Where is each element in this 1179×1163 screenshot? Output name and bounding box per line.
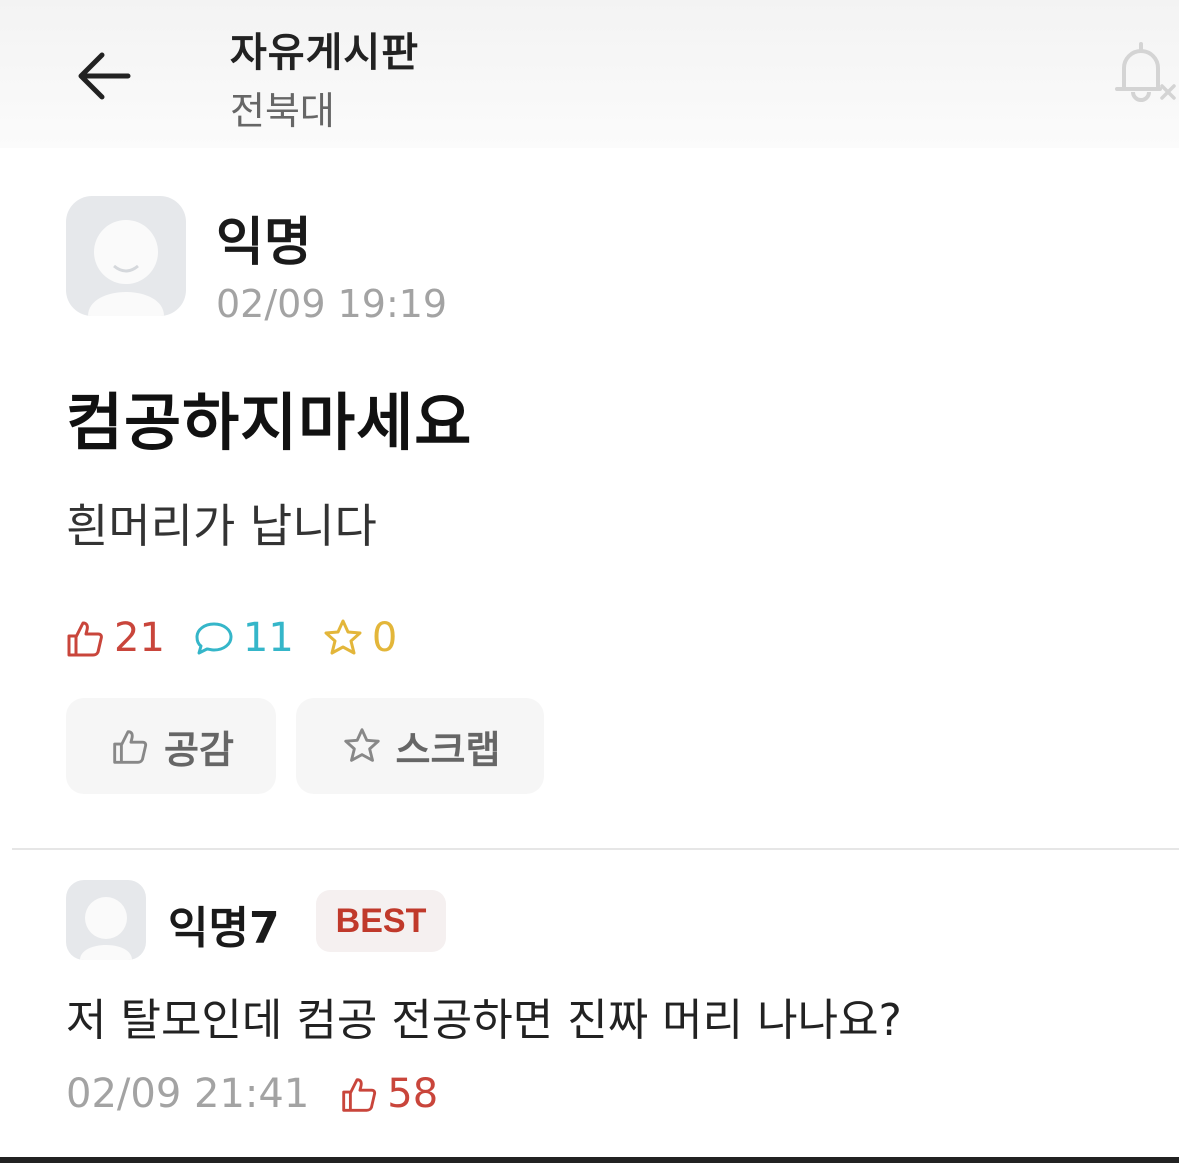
post-timestamp: 02/09 19:19 xyxy=(216,282,448,326)
comment-count: 11 xyxy=(191,615,294,661)
board-school: 전북대 xyxy=(230,89,335,133)
best-badge: BEST xyxy=(316,890,446,952)
thumbs-up-icon xyxy=(113,730,148,764)
avatar-icon xyxy=(80,897,132,960)
avatar-icon xyxy=(88,220,164,316)
comment-author-name: 익명7 xyxy=(168,903,280,954)
star-icon xyxy=(343,728,380,762)
comment-like-count[interactable]: 58 xyxy=(337,1071,438,1117)
back-button[interactable] xyxy=(68,40,140,112)
like-count-value: 21 xyxy=(114,615,165,661)
bottom-edge xyxy=(0,1157,1179,1163)
notification-toggle-button[interactable] xyxy=(1108,36,1179,112)
star-icon xyxy=(324,619,362,655)
scrap-count: 0 xyxy=(320,615,397,661)
post-stats: 21 11 0 xyxy=(62,608,423,668)
like-button[interactable]: 공감 xyxy=(66,698,276,794)
divider xyxy=(12,848,1179,850)
scrap-count-value: 0 xyxy=(371,615,398,661)
like-count: 21 xyxy=(62,615,165,661)
thumbs-up-icon xyxy=(67,621,103,657)
post-body: 흰머리가 납니다 xyxy=(66,499,377,553)
thumbs-up-icon xyxy=(342,1078,377,1112)
comment-timestamp: 02/09 21:41 xyxy=(66,1071,310,1117)
post-title: 컴공하지마세요 xyxy=(66,386,473,459)
post-author-avatar xyxy=(66,196,186,316)
comment-count-value: 11 xyxy=(242,615,294,661)
scrap-button[interactable]: 스크랩 xyxy=(296,698,544,794)
speech-bubble-icon xyxy=(195,622,233,655)
comment-author-avatar xyxy=(66,880,146,960)
comment-text: 저 탈모인데 컴공 전공하면 진짜 머리 나나요? xyxy=(66,995,902,1046)
back-arrow-icon xyxy=(78,52,131,100)
comment-meta: 02/09 21:41 58 xyxy=(66,1066,438,1122)
comment-like-value: 58 xyxy=(387,1071,439,1117)
top-bar: 자유게시판 전북대 xyxy=(0,0,1179,148)
board-title: 자유게시판 xyxy=(230,30,419,76)
scrap-button-label: 스크랩 xyxy=(395,727,501,772)
post-author-name: 익명 xyxy=(216,213,312,273)
screen: 자유게시판 전북대 익명 02/09 19:19 컴공하지마세요 흰머리가 납니… xyxy=(0,0,1179,1163)
bell-off-icon xyxy=(1115,42,1176,102)
like-button-label: 공감 xyxy=(164,727,234,772)
